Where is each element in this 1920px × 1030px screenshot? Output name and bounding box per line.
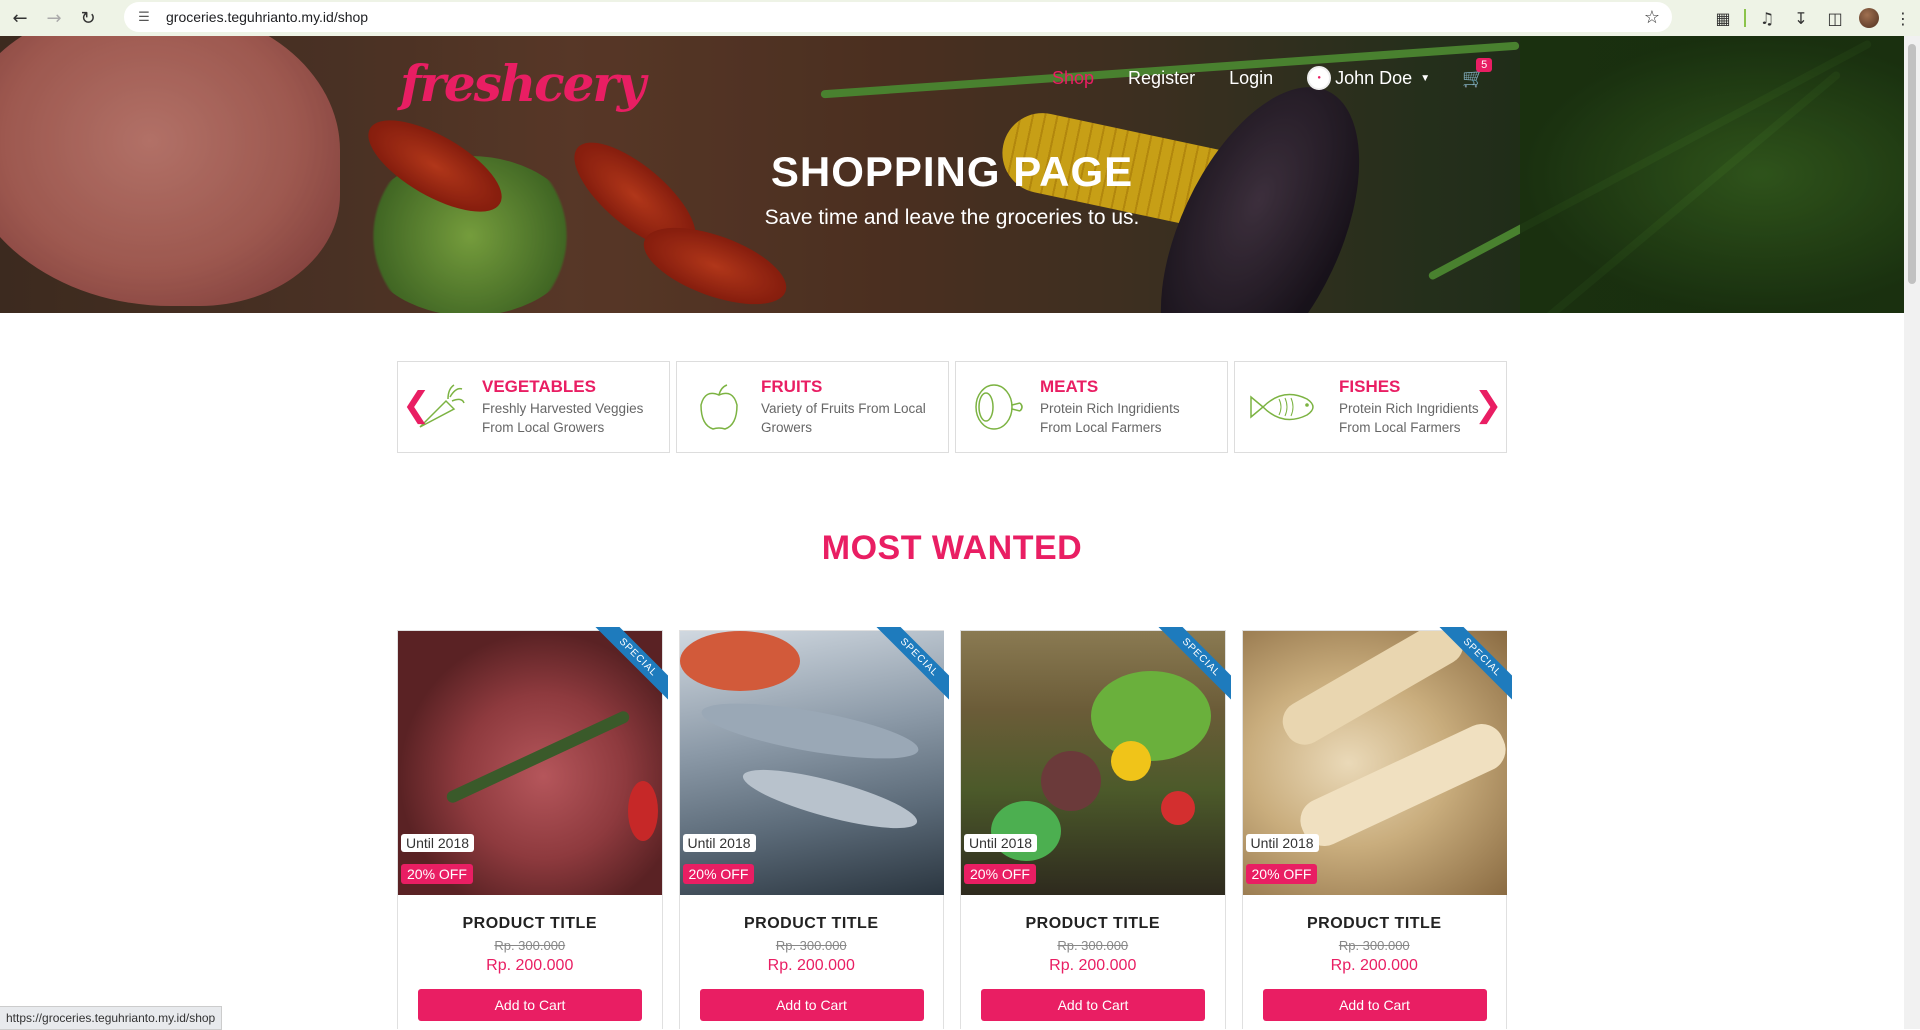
price: Rp. 200.000: [486, 957, 574, 974]
carousel-prev-arrow[interactable]: ❮: [402, 385, 431, 425]
category-carousel: VEGETABLES Freshly Harvested Veggies Fro…: [397, 361, 1507, 453]
product-card: SPECIAL Until 2018 20% OFF PRODUCT TITLE…: [397, 627, 668, 1029]
side-panel-icon[interactable]: ◫: [1818, 0, 1852, 36]
mint-decoration: [991, 801, 1061, 861]
freshcery-logo[interactable]: freshcery: [400, 54, 646, 113]
add-to-cart-button[interactable]: Add to Cart: [1262, 989, 1487, 1021]
product-title[interactable]: PRODUCT TITLE: [398, 915, 662, 933]
nav-register-link[interactable]: Register: [1128, 68, 1195, 89]
old-price: Rp. 300.000: [494, 938, 566, 953]
rosemary-decoration: [444, 709, 632, 805]
category-desc: From Local Farmers: [1040, 420, 1162, 435]
url-text[interactable]: groceries.teguhrianto.my.id/shop: [166, 9, 368, 25]
until-label: Until 2018: [401, 834, 475, 852]
fried-stick-decoration: [1292, 716, 1507, 854]
discount-badge: 20% OFF: [1245, 864, 1318, 884]
site-info-icon[interactable]: ☰: [134, 7, 154, 27]
category-desc: Protein Rich Ingridients: [1339, 401, 1479, 416]
carousel-next-arrow[interactable]: ❯: [1474, 385, 1503, 425]
until-label: Until 2018: [964, 834, 1038, 852]
category-fishes[interactable]: FISHES Protein Rich Ingridients From Loc…: [1234, 361, 1507, 453]
tomato-decoration: [1161, 791, 1195, 825]
discount-badge: 20% OFF: [964, 864, 1036, 884]
category-desc: From Local Growers: [482, 420, 605, 435]
product-grid: SPECIAL Until 2018 20% OFF PRODUCT TITLE…: [397, 627, 1512, 1029]
special-ribbon: SPECIAL: [1141, 627, 1231, 717]
product-title[interactable]: PRODUCT TITLE: [1243, 915, 1507, 933]
ham-icon: [970, 379, 1026, 435]
hero-banner: freshcery Shop Register Login ● John Doe…: [0, 36, 1904, 313]
category-vegetables[interactable]: VEGETABLES Freshly Harvested Veggies Fro…: [397, 361, 670, 453]
menu-icon[interactable]: ⋮: [1886, 0, 1920, 36]
category-title: FISHES: [1339, 377, 1401, 396]
pepper-decoration: [1111, 741, 1151, 781]
bookmark-star-icon[interactable]: ☆: [1644, 7, 1660, 28]
category-desc: Freshly Harvested Veggies: [482, 401, 644, 416]
download-icon[interactable]: ↧: [1784, 0, 1818, 36]
toolbar-divider: [1744, 9, 1746, 27]
address-bar[interactable]: ☰ groceries.teguhrianto.my.id/shop ☆: [124, 2, 1672, 32]
nav-shop-link[interactable]: Shop: [1052, 68, 1094, 89]
fish-decoration: [737, 758, 922, 840]
product-card: SPECIAL Until 2018 20% OFF PRODUCT TITLE…: [960, 627, 1231, 1029]
special-ribbon: SPECIAL: [1422, 627, 1512, 717]
nav-login-link[interactable]: Login: [1229, 68, 1273, 89]
product-title[interactable]: PRODUCT TITLE: [680, 915, 944, 933]
profile-avatar[interactable]: [1852, 0, 1886, 36]
main-nav: Shop Register Login ● John Doe ▼ 🛒 5: [1052, 57, 1493, 90]
discount-badge: 20% OFF: [401, 864, 473, 884]
beet-decoration: [1041, 751, 1101, 811]
apple-icon: [691, 379, 747, 435]
status-url-tooltip: https://groceries.teguhrianto.my.id/shop: [0, 1006, 223, 1030]
until-label: Until 2018: [1245, 834, 1319, 852]
category-desc: Variety of Fruits From Local: [761, 401, 926, 416]
chevron-down-icon: ▼: [1420, 72, 1431, 84]
user-avatar: ●: [1307, 66, 1332, 90]
until-label: Until 2018: [682, 834, 756, 852]
price: Rp. 200.000: [1049, 957, 1137, 974]
category-desc: From Local Farmers: [1339, 420, 1461, 435]
extensions-icon[interactable]: ▦: [1706, 0, 1740, 36]
old-price: Rp. 300.000: [775, 938, 847, 953]
media-icon[interactable]: ♫: [1750, 0, 1784, 36]
page: freshcery Shop Register Login ● John Doe…: [0, 36, 1904, 1029]
user-name: John Doe: [1335, 67, 1413, 88]
add-to-cart-button[interactable]: Add to Cart: [418, 989, 642, 1021]
add-to-cart-button[interactable]: Add to Cart: [699, 989, 924, 1021]
user-menu[interactable]: ● John Doe ▼: [1307, 66, 1430, 90]
product-card: SPECIAL Until 2018 20% OFF PRODUCT TITLE…: [1241, 627, 1512, 1029]
page-title: SHOPPING PAGE: [770, 148, 1134, 195]
category-desc: Growers: [761, 420, 813, 435]
page-subtitle: Save time and leave the groceries to us.: [764, 206, 1140, 229]
category-desc: Protein Rich Ingridients: [1040, 401, 1180, 416]
special-ribbon: SPECIAL: [578, 627, 668, 717]
pepper-decoration: [628, 781, 658, 841]
price: Rp. 200.000: [1330, 957, 1418, 974]
forward-icon[interactable]: →: [40, 4, 68, 32]
section-title: MOST WANTED: [821, 529, 1083, 567]
category-fruits[interactable]: FRUITS Variety of Fruits From Local Grow…: [676, 361, 949, 453]
category-title: VEGETABLES: [482, 377, 596, 396]
browser-toolbar: ← → ↻ ☰ groceries.teguhrianto.my.id/shop…: [0, 0, 1920, 36]
fish-icon: [1249, 379, 1325, 435]
category-title: MEATS: [1040, 377, 1099, 396]
discount-badge: 20% OFF: [682, 864, 755, 884]
special-ribbon: SPECIAL: [859, 627, 949, 717]
product-card: SPECIAL Until 2018 20% OFF PRODUCT TITLE…: [678, 627, 949, 1029]
category-title: FRUITS: [761, 377, 823, 396]
page-scrollbar[interactable]: [1904, 36, 1920, 1029]
back-icon[interactable]: ←: [6, 4, 34, 32]
product-title[interactable]: PRODUCT TITLE: [961, 915, 1225, 933]
add-to-cart-button[interactable]: Add to Cart: [981, 989, 1205, 1021]
price: Rp. 200.000: [767, 957, 855, 974]
old-price: Rp. 300.000: [1338, 938, 1410, 953]
cart-count-badge: 5: [1476, 57, 1493, 72]
cart-button[interactable]: 🛒 5: [1462, 57, 1493, 89]
scrollbar-thumb[interactable]: [1908, 44, 1916, 284]
reload-icon[interactable]: ↻: [74, 4, 102, 32]
crab-decoration: [679, 631, 800, 691]
category-meats[interactable]: MEATS Protein Rich Ingridients From Loca…: [955, 361, 1228, 453]
old-price: Rp. 300.000: [1057, 938, 1129, 953]
